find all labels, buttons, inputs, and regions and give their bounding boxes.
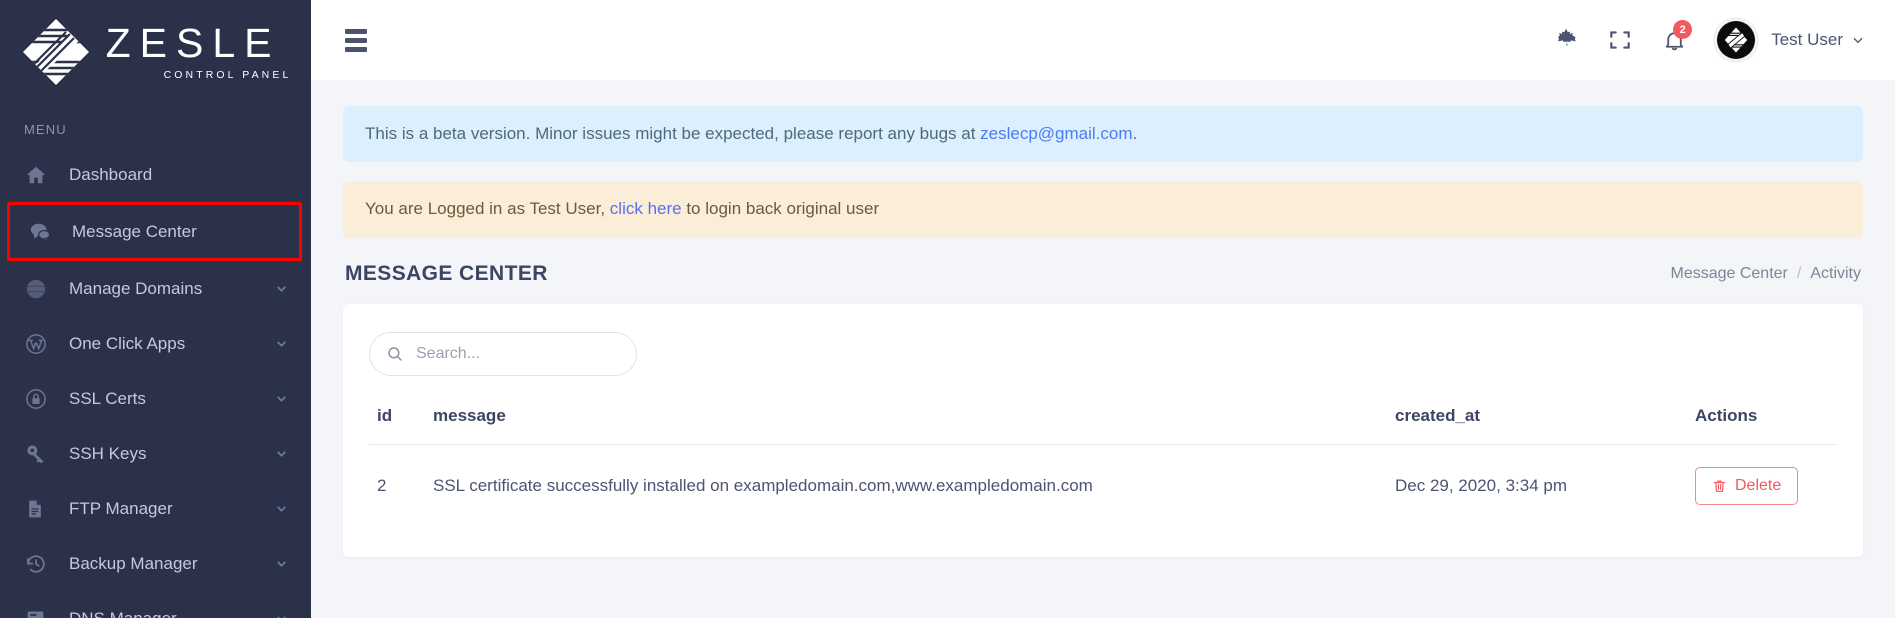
click-here-link[interactable]: click here	[610, 199, 682, 218]
chevron-down-icon[interactable]	[275, 557, 289, 570]
breadcrumb-current: Activity	[1810, 264, 1861, 282]
server-screen-icon	[25, 608, 55, 618]
cell-id: 2	[377, 475, 387, 495]
avatar[interactable]	[1717, 21, 1756, 59]
chevron-down-icon[interactable]	[275, 282, 289, 295]
key-icon	[25, 443, 55, 465]
chevron-down-icon[interactable]	[275, 392, 289, 405]
fullscreen-expand-icon[interactable]	[1593, 13, 1647, 67]
delete-button-label: Delete	[1735, 476, 1782, 494]
delete-button[interactable]: Delete	[1695, 466, 1799, 505]
alert-text-after: .	[1132, 124, 1138, 143]
page-title: MESSAGE CENTER	[345, 261, 548, 285]
highlight-box: Message Center	[7, 202, 302, 261]
alert-text-after: to login back original user	[681, 199, 880, 219]
search-box	[369, 331, 637, 376]
brand-subtitle: CONTROL PANEL	[163, 69, 292, 81]
brand-text: ZESLE CONTROL PANEL	[105, 20, 292, 82]
chevron-down-icon[interactable]	[275, 447, 289, 460]
notification-badge: 2	[1673, 20, 1693, 39]
sidebar-item-label: One Click Apps	[69, 333, 186, 353]
user-name[interactable]: Test User	[1771, 30, 1843, 50]
hamburger-icon[interactable]	[339, 23, 373, 58]
sidebar-item-message-center[interactable]: Message Center	[10, 205, 299, 258]
chevron-down-icon[interactable]	[275, 502, 289, 515]
cell-actions: Delete	[1687, 444, 1837, 527]
wordpress-icon	[25, 333, 55, 355]
table-body: 2 SSL certificate successfully installed…	[369, 444, 1837, 527]
table-head: id message created_at Actions	[369, 401, 1837, 445]
home-icon	[25, 164, 55, 186]
chevron-down-icon[interactable]	[275, 337, 289, 350]
sidebar-item-label: Message Center	[72, 221, 197, 241]
alert-text-before: This is a beta version. Minor issues mig…	[365, 124, 981, 143]
sidebar-item-label: DNS Manager	[69, 608, 177, 618]
sidebar-item-manage-domains[interactable]: Manage Domains	[0, 261, 311, 316]
column-header-message[interactable]: message	[425, 401, 1387, 445]
main-area: 2 Test User This is a beta version. Mino…	[311, 0, 1895, 618]
column-header-created-at[interactable]: created_at	[1387, 401, 1687, 445]
sidebar: ZESLE CONTROL PANEL MENU Dashboard Messa…	[0, 0, 311, 618]
chat-bubbles-icon	[28, 221, 58, 243]
sidebar-item-label: SSH Keys	[69, 443, 147, 463]
impersonation-alert: You are Logged in as Test User, click he…	[343, 181, 1863, 238]
hamburger-bar	[345, 37, 367, 43]
sidebar-menu-label: MENU	[24, 122, 67, 137]
sidebar-item-label: Manage Domains	[69, 278, 203, 298]
sidebar-item-label: Dashboard	[69, 164, 153, 184]
alert-text-before: You are Logged in as Test User,	[365, 199, 610, 219]
sidebar-item-label: SSL Certs	[69, 388, 146, 408]
file-lines-icon	[25, 498, 55, 520]
page-header: MESSAGE CENTER Message Center / Activity	[343, 257, 1863, 286]
brand-logo[interactable]: ZESLE CONTROL PANEL	[0, 0, 311, 100]
globe-icon	[25, 278, 55, 300]
beta-version-alert: This is a beta version. Minor issues mig…	[343, 106, 1863, 163]
cell-message: SSL certificate successfully installed o…	[433, 475, 1093, 495]
brand-title: ZESLE	[105, 20, 281, 66]
maple-leaf-icon[interactable]	[1539, 13, 1593, 67]
bell-icon[interactable]: 2	[1647, 13, 1701, 67]
chevron-down-icon[interactable]	[275, 612, 289, 618]
column-header-actions: Actions	[1687, 401, 1837, 445]
history-clock-icon	[25, 553, 55, 575]
table-row: 2 SSL certificate successfully installed…	[369, 444, 1837, 527]
table-header-row: id message created_at Actions	[369, 401, 1837, 445]
sidebar-item-ssl-certs[interactable]: SSL Certs	[0, 371, 311, 426]
breadcrumb: Message Center / Activity	[1670, 265, 1861, 283]
cell-created-at: Dec 29, 2020, 3:34 pm	[1395, 475, 1568, 495]
trash-icon	[1712, 478, 1727, 494]
chevron-down-icon[interactable]	[1851, 33, 1865, 47]
sidebar-item-ssh-keys[interactable]: SSH Keys	[0, 426, 311, 481]
breadcrumb-parent[interactable]: Message Center	[1670, 265, 1787, 283]
breadcrumb-separator: /	[1796, 264, 1802, 282]
sidebar-item-ftp-manager[interactable]: FTP Manager	[0, 481, 311, 536]
support-email-link[interactable]: zeslecp@gmail.com	[980, 124, 1132, 143]
sidebar-item-backup-manager[interactable]: Backup Manager	[0, 536, 311, 591]
search-input[interactable]	[369, 331, 637, 376]
column-header-id[interactable]: id	[369, 401, 425, 445]
zesle-diamond-logo-icon	[20, 16, 92, 88]
lock-shield-icon	[25, 388, 55, 410]
sidebar-item-one-click-apps[interactable]: One Click Apps	[0, 316, 311, 371]
topbar: 2 Test User	[311, 0, 1895, 80]
messages-table: id message created_at Actions 2 SSL cert…	[369, 401, 1837, 527]
sidebar-item-label: FTP Manager	[69, 498, 173, 518]
hamburger-bar	[345, 28, 367, 34]
search-icon	[386, 345, 404, 363]
content-area: This is a beta version. Minor issues mig…	[311, 80, 1895, 618]
message-center-card: id message created_at Actions 2 SSL cert…	[343, 303, 1863, 557]
sidebar-item-dns-manager[interactable]: DNS Manager	[0, 591, 311, 618]
sidebar-item-dashboard[interactable]: Dashboard	[0, 147, 311, 202]
hamburger-bar	[345, 46, 367, 52]
sidebar-item-label: Backup Manager	[69, 553, 198, 573]
